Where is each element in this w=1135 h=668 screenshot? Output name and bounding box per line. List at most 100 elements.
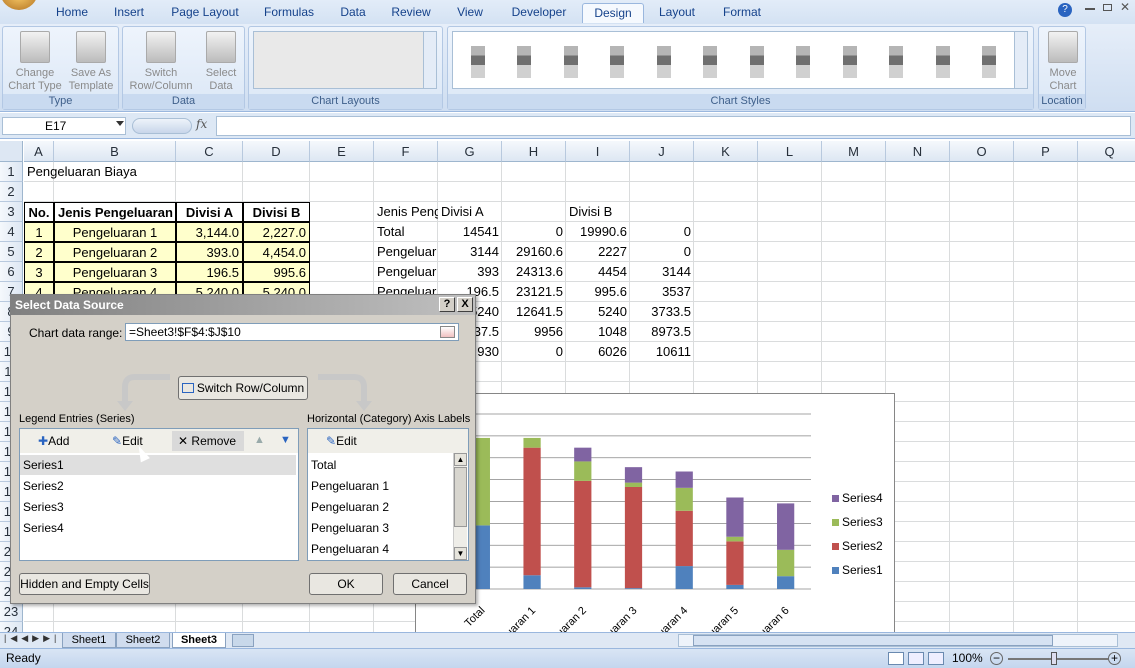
data-cell[interactable]: 3537	[630, 282, 694, 302]
data-cell[interactable]: Pengeluar	[374, 242, 438, 262]
bar-series2-4[interactable]	[675, 510, 693, 567]
column-header-J[interactable]: J	[630, 141, 694, 162]
table-header-cell[interactable]: Divisi B	[243, 202, 310, 222]
bar-series3-6[interactable]	[777, 549, 795, 577]
styles-scrollbar[interactable]	[1014, 32, 1027, 88]
axis-list-item[interactable]: Pengeluaran 4	[310, 539, 389, 559]
dialog-help-button[interactable]: ?	[439, 297, 455, 312]
data-cell[interactable]: 0	[502, 342, 566, 362]
bar-series2-2[interactable]	[574, 480, 592, 588]
data-cell[interactable]: Total	[374, 222, 438, 242]
horizontal-scrollbar[interactable]	[678, 634, 1118, 647]
bar-series1-1[interactable]	[523, 575, 541, 589]
data-cell[interactable]: 24313.6	[502, 262, 566, 282]
data-cell[interactable]: 8973.5	[630, 322, 694, 342]
scroll-down-icon[interactable]: ▼	[454, 547, 467, 560]
column-header-P[interactable]: P	[1014, 141, 1078, 162]
chart-style-thumb[interactable]	[831, 38, 919, 84]
remove-series-button[interactable]: ✕ Remove	[172, 431, 244, 451]
column-header-F[interactable]: F	[374, 141, 438, 162]
bar-series3-3[interactable]	[624, 482, 643, 487]
data-cell[interactable]: 12641.5	[502, 302, 566, 322]
tab-view[interactable]: View	[453, 3, 487, 23]
tab-layout[interactable]: Layout	[656, 3, 698, 23]
switch-row-column-button[interactable]: Switch Row/Column	[125, 31, 197, 93]
column-header-E[interactable]: E	[310, 141, 374, 162]
tab-format[interactable]: Format	[718, 3, 766, 23]
data-cell[interactable]: 29160.6	[502, 242, 566, 262]
zoom-slider[interactable]	[1008, 658, 1108, 660]
table-cell[interactable]: 393.0	[176, 242, 243, 262]
data-header-cell[interactable]: Divisi B	[566, 202, 630, 222]
page-layout-view-icon[interactable]	[908, 652, 924, 665]
data-header-cell[interactable]: Jenis Peng	[374, 202, 438, 222]
data-cell[interactable]: 0	[630, 222, 694, 242]
name-box[interactable]: E17	[2, 117, 126, 135]
column-header-L[interactable]: L	[758, 141, 822, 162]
column-header-N[interactable]: N	[886, 141, 950, 162]
normal-view-icon[interactable]	[888, 652, 904, 665]
move-down-icon[interactable]: ▼	[280, 434, 291, 446]
data-cell[interactable]: 3144	[438, 242, 502, 262]
chart-style-thumb[interactable]	[738, 38, 826, 84]
change-chart-type-button[interactable]: Change Chart Type	[5, 31, 65, 93]
chart-style-thumb[interactable]	[645, 38, 733, 84]
data-cell[interactable]: 23121.5	[502, 282, 566, 302]
data-cell[interactable]: 3144	[630, 262, 694, 282]
table-cell[interactable]: 2	[24, 242, 54, 262]
move-up-icon[interactable]: ▲	[254, 434, 265, 446]
row-header-3[interactable]: 3	[0, 202, 23, 222]
column-header-A[interactable]: A	[24, 141, 54, 162]
help-icon[interactable]: ?	[1058, 3, 1072, 17]
axis-list-scrollbar[interactable]: ▲ ▼	[453, 453, 467, 560]
sheet-tab-sheet3[interactable]: Sheet3	[172, 633, 226, 648]
formula-input[interactable]	[216, 116, 1131, 136]
data-cell[interactable]: 14541	[438, 222, 502, 242]
bar-series4-2[interactable]	[574, 447, 592, 462]
chart-style-thumb[interactable]	[552, 38, 640, 84]
tab-design[interactable]: Design	[582, 3, 644, 23]
scroll-up-icon[interactable]: ▲	[454, 453, 467, 466]
dialog-close-button[interactable]: X	[457, 297, 473, 312]
axis-list-item[interactable]: Pengeluaran 2	[310, 497, 389, 517]
bar-series2-5[interactable]	[726, 541, 744, 585]
bar-series1-5[interactable]	[726, 584, 744, 589]
zoom-level[interactable]: 100%	[952, 649, 983, 668]
series-list-item[interactable]: Series4	[20, 518, 296, 538]
office-button[interactable]	[0, 0, 38, 10]
data-header-cell[interactable]: Divisi A	[438, 202, 502, 222]
table-cell[interactable]: 1	[24, 222, 54, 242]
bar-series1-3[interactable]	[624, 588, 643, 589]
bar-series1-4[interactable]	[675, 566, 693, 589]
table-cell[interactable]: 3	[24, 262, 54, 282]
column-header-K[interactable]: K	[694, 141, 758, 162]
chart-layouts-gallery[interactable]	[253, 31, 437, 89]
tab-developer[interactable]: Developer	[507, 3, 571, 23]
chart-style-thumb[interactable]	[924, 38, 1012, 84]
bar-series1-6[interactable]	[777, 576, 795, 589]
bar-series4-3[interactable]	[624, 467, 643, 483]
table-cell[interactable]: 3,144.0	[176, 222, 243, 242]
add-series-button[interactable]: ✚Add	[38, 434, 69, 448]
table-cell[interactable]: 2,227.0	[243, 222, 310, 242]
column-header-O[interactable]: O	[950, 141, 1014, 162]
insert-sheet-icon[interactable]	[232, 634, 254, 647]
cancel-button[interactable]: Cancel	[393, 573, 467, 595]
bar-series2-1[interactable]	[523, 447, 541, 576]
name-box-dropdown-icon[interactable]	[116, 121, 124, 126]
data-cell[interactable]: 1048	[566, 322, 630, 342]
tab-page-layout[interactable]: Page Layout	[168, 3, 242, 23]
sheet-tab-sheet1[interactable]: Sheet1	[62, 633, 116, 648]
series-list-item[interactable]: Series2	[20, 476, 296, 496]
minimize-icon[interactable]	[1085, 8, 1095, 10]
zoom-slider-thumb[interactable]	[1051, 652, 1057, 665]
close-icon[interactable]: ✕	[1120, 0, 1130, 14]
insert-function-icon[interactable]: fx	[196, 117, 214, 135]
select-data-button[interactable]: Select Data	[199, 31, 243, 93]
h-scroll-thumb[interactable]	[693, 635, 1053, 646]
table-header-cell[interactable]: No.	[24, 202, 54, 222]
bar-series2-3[interactable]	[624, 486, 643, 589]
data-cell[interactable]: 6026	[566, 342, 630, 362]
tab-home[interactable]: Home	[52, 3, 92, 23]
data-cell[interactable]: 9956	[502, 322, 566, 342]
